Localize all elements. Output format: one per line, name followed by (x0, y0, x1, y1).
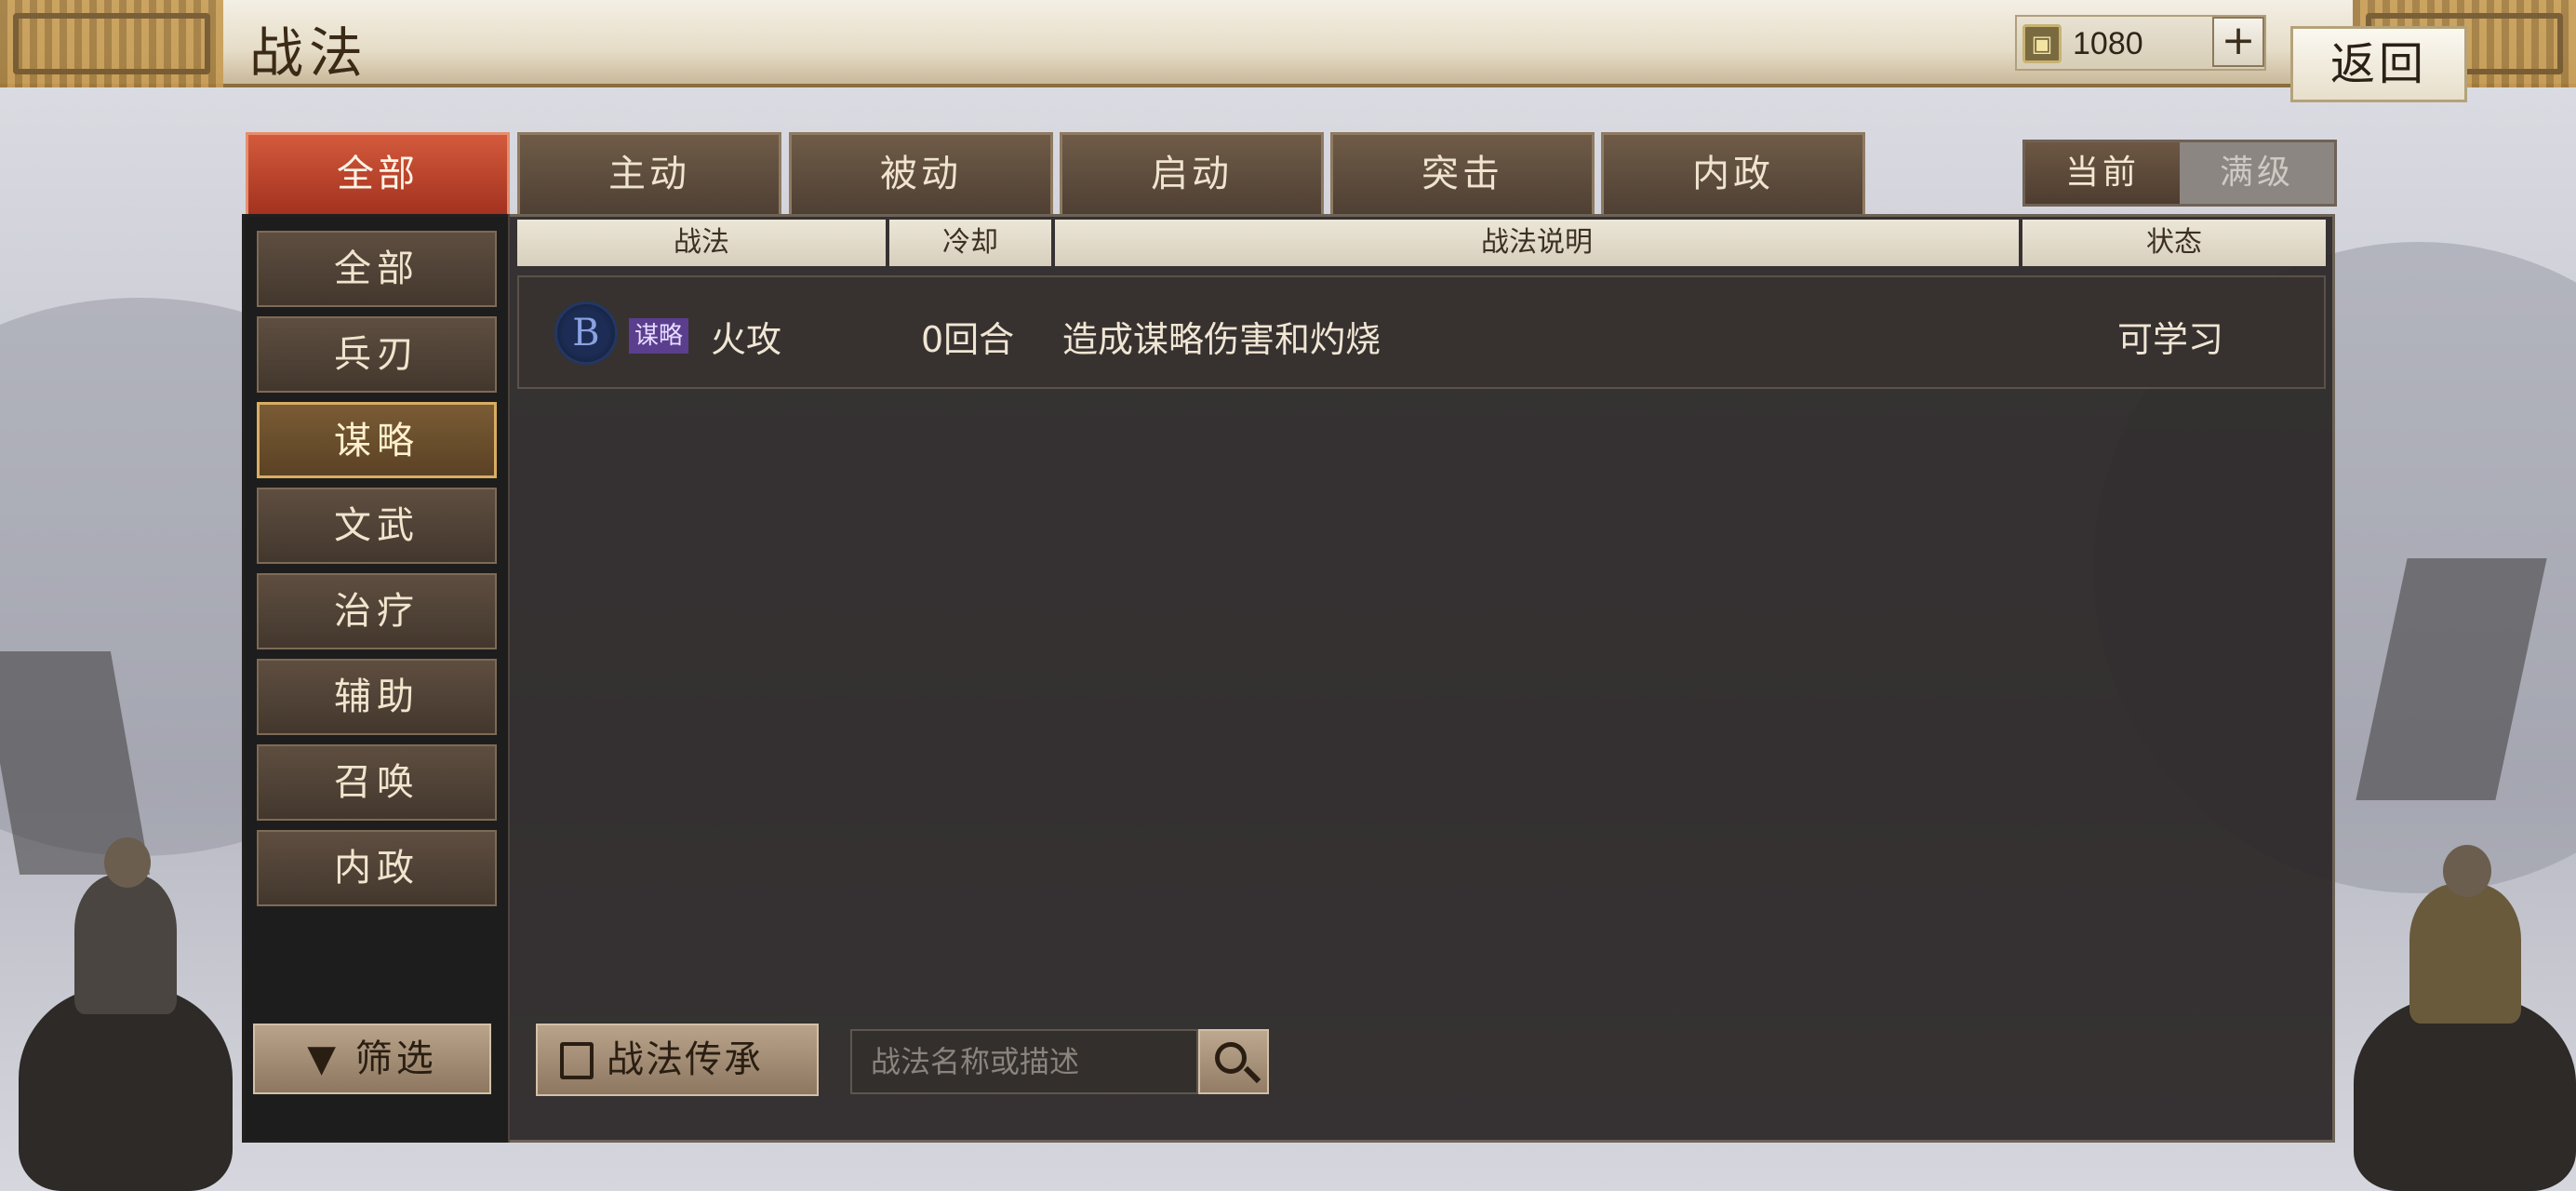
level-toggle: 当前 满级 (2022, 140, 2337, 207)
filter-button[interactable]: ▼ 筛选 (253, 1024, 491, 1094)
skill-inherit-label: 战法传承 (607, 1038, 763, 1081)
currency-value: 1080 (2073, 26, 2143, 61)
funnel-icon: ▼ (307, 1037, 355, 1080)
skill-type-badge: 谋略 (629, 318, 689, 354)
column-header-cooldown: 冷却 (889, 220, 1051, 266)
column-header-status: 状态 (2022, 220, 2326, 266)
sidebar-item-weapon[interactable]: 兵刃 (257, 316, 497, 393)
filter-label: 筛选 (354, 1037, 437, 1080)
skill-status: 可学习 (2117, 319, 2224, 360)
column-header-skill: 战法 (517, 220, 886, 266)
toggle-max-level[interactable]: 满级 (2180, 142, 2334, 204)
skill-name: 火攻 (711, 319, 782, 360)
background-rider-right (2344, 819, 2576, 1191)
skill-inherit-button[interactable]: 战法传承 (536, 1024, 819, 1096)
sidebar-item-all[interactable]: 全部 (257, 231, 497, 307)
tab-trigger[interactable]: 启动 (1060, 132, 1324, 214)
page-title: 战法 (249, 21, 369, 85)
add-currency-button[interactable]: + (2212, 17, 2264, 67)
back-button[interactable]: 返回 (2290, 26, 2467, 102)
search-button[interactable] (1198, 1029, 1269, 1094)
sidebar-item-domestic[interactable]: 内政 (257, 830, 497, 906)
ornament-left (0, 0, 223, 87)
tab-domestic[interactable]: 内政 (1601, 132, 1865, 214)
search-icon (1215, 1042, 1247, 1074)
sidebar-item-hybrid[interactable]: 文武 (257, 488, 497, 564)
column-header-description: 战法说明 (1055, 220, 2019, 266)
table-row[interactable]: B 谋略 火攻 0回合 造成谋略伤害和灼烧 可学习 (517, 275, 2326, 389)
tab-all[interactable]: 全部 (246, 132, 510, 214)
treasure-box-icon: ▣ (2022, 24, 2062, 63)
sidebar-item-support[interactable]: 辅助 (257, 659, 497, 735)
toggle-current[interactable]: 当前 (2025, 142, 2180, 204)
search-input[interactable] (850, 1029, 1198, 1094)
skill-description: 造成谋略伤害和灼烧 (1062, 319, 1381, 360)
book-icon (560, 1042, 594, 1079)
tab-assault[interactable]: 突击 (1330, 132, 1595, 214)
skill-cooldown: 0回合 (921, 319, 1015, 360)
category-sidebar: 全部 兵刃 谋略 文武 治疗 辅助 召唤 内政 ▼ 筛选 (242, 214, 510, 1143)
background-rider-left (19, 819, 242, 1191)
top-bar: 战法 ▣ 1080 + (0, 0, 2576, 87)
grade-b-icon: B (554, 301, 618, 365)
tab-passive[interactable]: 被动 (789, 132, 1053, 214)
sidebar-item-strategy[interactable]: 谋略 (257, 402, 497, 478)
tab-active[interactable]: 主动 (517, 132, 781, 214)
sidebar-item-summon[interactable]: 召唤 (257, 744, 497, 821)
sidebar-item-heal[interactable]: 治疗 (257, 573, 497, 649)
